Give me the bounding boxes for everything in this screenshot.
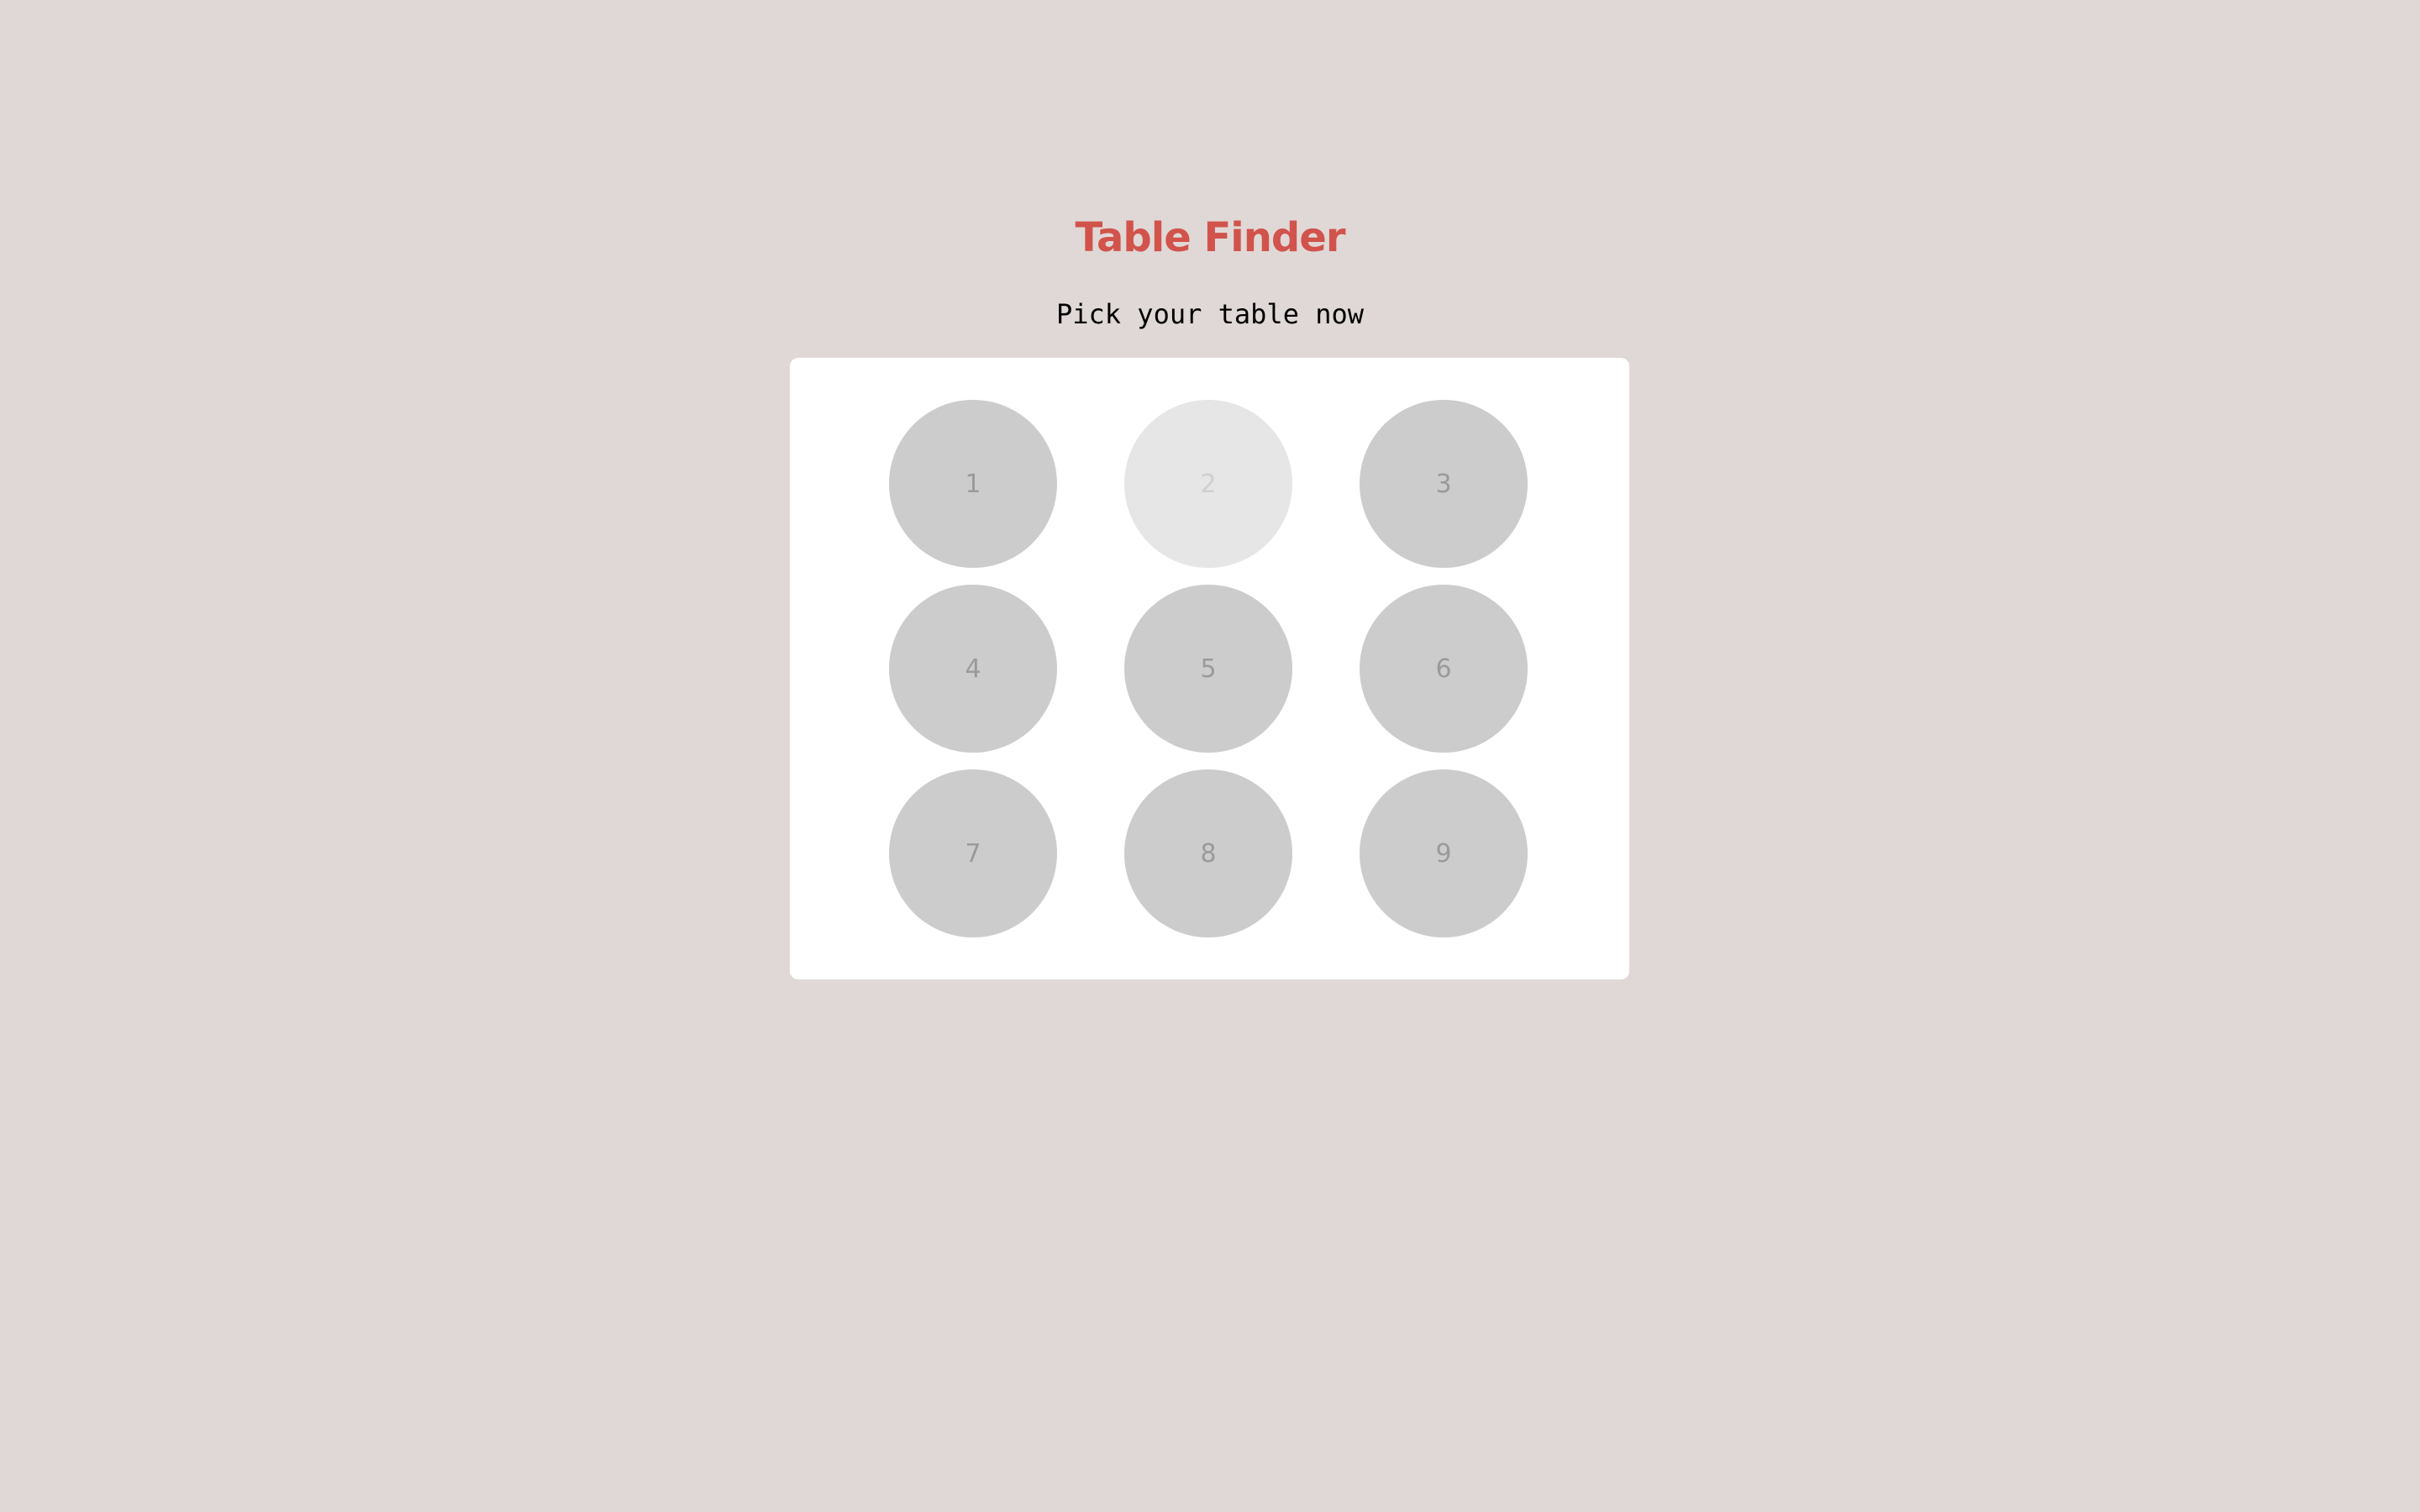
table-2-button[interactable]: 2	[1124, 400, 1292, 568]
table-8-button[interactable]: 8	[1124, 769, 1292, 937]
table-7-button[interactable]: 7	[889, 769, 1057, 937]
table-3-button[interactable]: 3	[1360, 400, 1528, 568]
table-4-button[interactable]: 4	[889, 585, 1057, 753]
table-1-button[interactable]: 1	[889, 400, 1057, 568]
table-panel: 1 2 3 4 5 6 7 8 9	[790, 358, 1629, 979]
table-6-button[interactable]: 6	[1360, 585, 1528, 753]
table-grid: 1 2 3 4 5 6 7 8 9	[889, 400, 1528, 937]
page-title: Table Finder	[1075, 214, 1345, 261]
table-9-button[interactable]: 9	[1360, 769, 1528, 937]
page-subtitle: Pick your table now	[1055, 298, 1365, 330]
table-5-button[interactable]: 5	[1124, 585, 1292, 753]
